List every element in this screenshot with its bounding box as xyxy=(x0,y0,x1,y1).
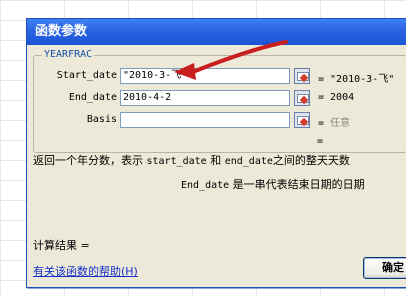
ok-button[interactable]: 确定 xyxy=(363,257,406,279)
start-date-input[interactable]: "2010-3-飞" xyxy=(120,68,290,84)
end-date-input[interactable]: 2010-4-2 xyxy=(120,90,290,106)
arg-row-start-date: Start_date "2010-3-飞" = "2010-3-飞" xyxy=(34,68,406,86)
function-arguments-dialog: 函数参数 YEARFRAC Start_date "2010-3-飞" = "2… xyxy=(26,18,406,288)
basis-input[interactable] xyxy=(120,112,290,128)
range-select-icon[interactable] xyxy=(294,68,310,84)
arg-result-basis: = 任意 xyxy=(318,118,351,129)
arg-row-end-date: End_date 2010-4-2 = 2004 xyxy=(34,90,406,108)
arg-result-start-date: = "2010-3-飞" xyxy=(318,74,395,85)
range-select-icon[interactable] xyxy=(294,112,310,128)
dialog-title[interactable]: 函数参数 xyxy=(27,19,406,45)
arg-result-end-date: = 2004 xyxy=(318,92,355,103)
arguments-group: YEARFRAC Start_date "2010-3-飞" = "2010-3… xyxy=(33,49,406,153)
help-link[interactable]: 有关该函数的帮助(H) xyxy=(33,263,138,279)
arg-label-end-date: End_date xyxy=(68,92,117,103)
result-label: 计算结果 = xyxy=(33,239,90,252)
arg-label-start-date: Start_date xyxy=(56,70,117,81)
function-description: 返回一个年分数，表示 start_date 和 end_date之间的整天天数 xyxy=(33,154,350,167)
function-result-equals: = xyxy=(317,136,324,147)
arg-row-basis: Basis = 任意 xyxy=(34,112,406,130)
range-select-icon[interactable] xyxy=(294,90,310,106)
parameter-description: End_date 是一串代表结束日期的日期 xyxy=(181,178,365,191)
function-name: YEARFRAC xyxy=(42,49,95,60)
arg-label-basis: Basis xyxy=(86,114,117,125)
